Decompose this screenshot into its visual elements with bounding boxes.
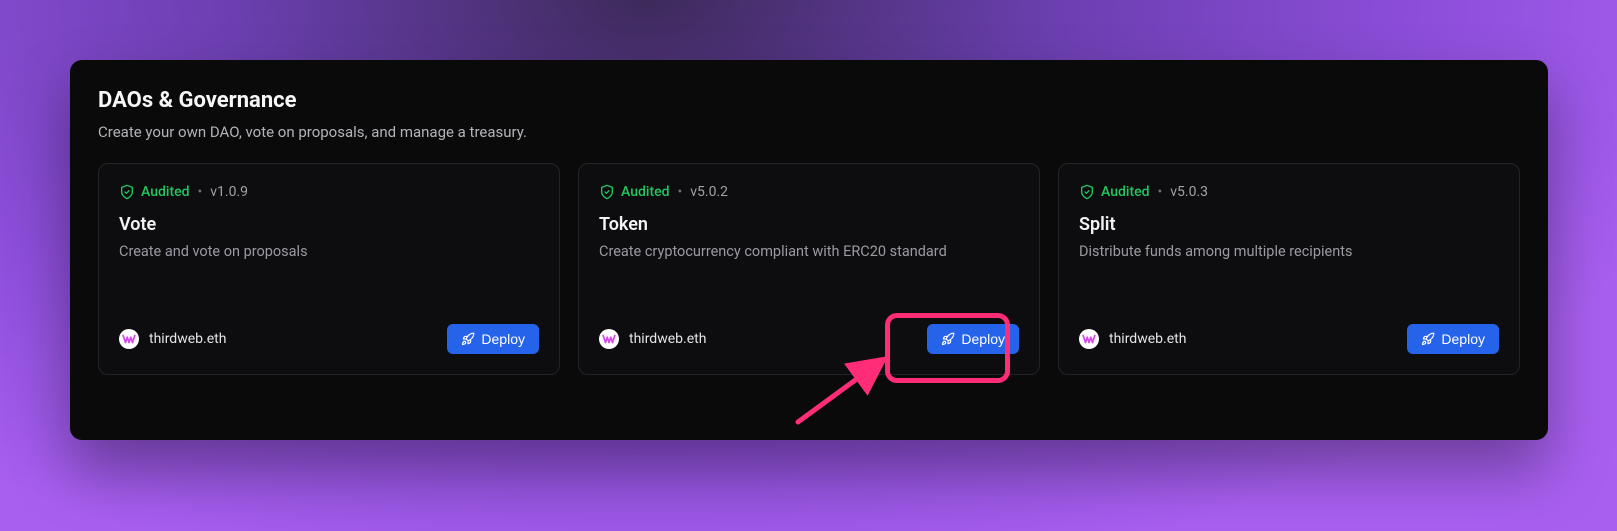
card-footer: thirdweb.eth Deploy (599, 324, 1019, 354)
cards-row: Audited • v1.0.9 Vote Create and vote on… (98, 163, 1520, 375)
dot-separator: • (1158, 184, 1163, 200)
card-footer: thirdweb.eth Deploy (119, 324, 539, 354)
section-title: DAOs & Governance (98, 88, 1520, 113)
audited-label: Audited (1101, 184, 1150, 200)
version-label: v1.0.9 (210, 184, 248, 200)
thirdweb-logo-icon (119, 329, 139, 349)
publisher-name: thirdweb.eth (149, 331, 226, 347)
badge-row: Audited • v1.0.9 (119, 184, 539, 200)
card-title: Vote (119, 214, 539, 235)
contract-card-vote[interactable]: Audited • v1.0.9 Vote Create and vote on… (98, 163, 560, 375)
audited-label: Audited (141, 184, 190, 200)
publisher-name: thirdweb.eth (1109, 331, 1186, 347)
card-description: Distribute funds among multiple recipien… (1079, 243, 1499, 260)
shield-check-icon (599, 184, 615, 200)
publisher[interactable]: thirdweb.eth (599, 329, 706, 349)
rocket-icon (941, 332, 955, 346)
deploy-button[interactable]: Deploy (447, 324, 539, 354)
dot-separator: • (198, 184, 203, 200)
deploy-button[interactable]: Deploy (927, 324, 1019, 354)
deploy-label: Deploy (481, 331, 525, 347)
contract-card-token[interactable]: Audited • v5.0.2 Token Create cryptocurr… (578, 163, 1040, 375)
badge-row: Audited • v5.0.2 (599, 184, 1019, 200)
card-description: Create cryptocurrency compliant with ERC… (599, 243, 1019, 260)
contracts-panel: DAOs & Governance Create your own DAO, v… (70, 60, 1548, 440)
version-label: v5.0.3 (1170, 184, 1208, 200)
rocket-icon (461, 332, 475, 346)
shield-check-icon (119, 184, 135, 200)
version-label: v5.0.2 (690, 184, 728, 200)
deploy-label: Deploy (1441, 331, 1485, 347)
card-footer: thirdweb.eth Deploy (1079, 324, 1499, 354)
publisher-name: thirdweb.eth (629, 331, 706, 347)
rocket-icon (1421, 332, 1435, 346)
card-description: Create and vote on proposals (119, 243, 539, 260)
shield-check-icon (1079, 184, 1095, 200)
contract-card-split[interactable]: Audited • v5.0.3 Split Distribute funds … (1058, 163, 1520, 375)
card-title: Token (599, 214, 1019, 235)
dot-separator: • (678, 184, 683, 200)
deploy-label: Deploy (961, 331, 1005, 347)
card-title: Split (1079, 214, 1499, 235)
audited-label: Audited (621, 184, 670, 200)
section-subtitle: Create your own DAO, vote on proposals, … (98, 123, 1520, 141)
badge-row: Audited • v5.0.3 (1079, 184, 1499, 200)
deploy-button[interactable]: Deploy (1407, 324, 1499, 354)
thirdweb-logo-icon (1079, 329, 1099, 349)
publisher[interactable]: thirdweb.eth (119, 329, 226, 349)
publisher[interactable]: thirdweb.eth (1079, 329, 1186, 349)
thirdweb-logo-icon (599, 329, 619, 349)
